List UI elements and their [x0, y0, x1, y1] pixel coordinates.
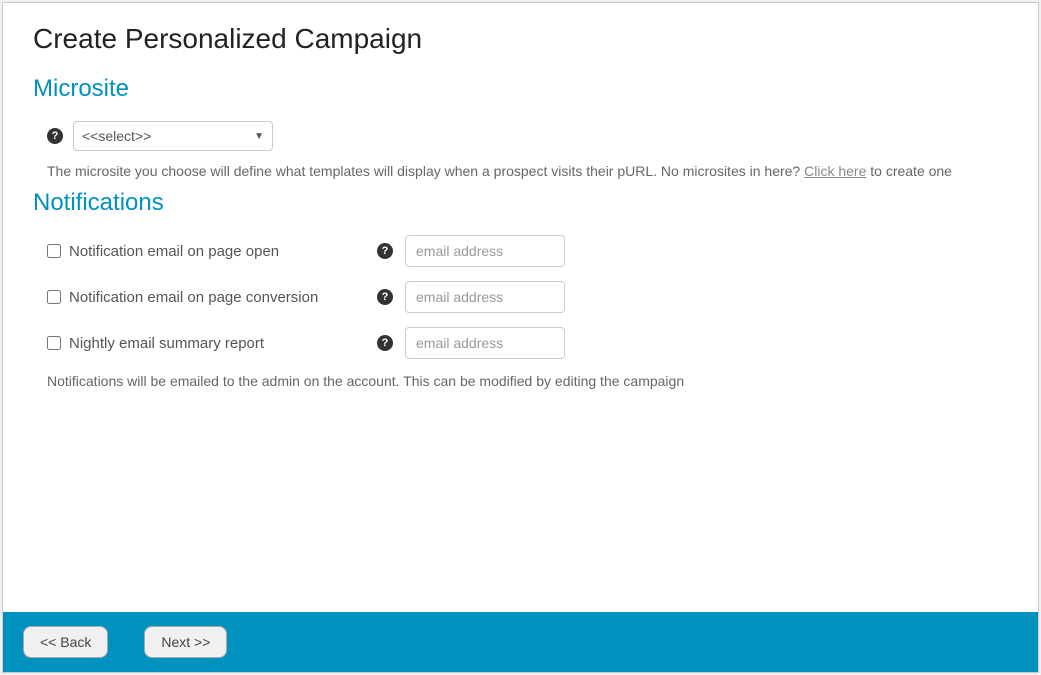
chevron-down-icon: ▼ — [254, 131, 264, 142]
notification-conversion-email[interactable] — [405, 281, 565, 313]
help-icon[interactable]: ? — [47, 128, 63, 144]
notification-conversion-label[interactable]: Notification email on page conversion — [47, 289, 377, 306]
form-content: Create Personalized Campaign Microsite ?… — [3, 3, 1038, 612]
help-icon[interactable]: ? — [377, 243, 393, 259]
notification-summary-text: Nightly email summary report — [69, 335, 264, 352]
notification-conversion-checkbox[interactable] — [47, 290, 61, 304]
page-title: Create Personalized Campaign — [33, 23, 1008, 55]
notifications-helper: Notifications will be emailed to the adm… — [33, 373, 1008, 389]
notification-conversion-text: Notification email on page conversion — [69, 289, 318, 306]
help-icon[interactable]: ? — [377, 289, 393, 305]
notification-open-email[interactable] — [405, 235, 565, 267]
microsite-title: Microsite — [33, 75, 1008, 103]
microsite-select-row: ? <<select>> ▼ — [33, 121, 1008, 151]
microsite-select[interactable]: <<select>> ▼ — [73, 121, 273, 151]
notification-open-text: Notification email on page open — [69, 243, 279, 260]
notification-open-checkbox[interactable] — [47, 244, 61, 258]
notification-row-conversion: Notification email on page conversion ? — [33, 281, 1008, 313]
notifications-title: Notifications — [33, 189, 1008, 217]
notification-summary-email[interactable] — [405, 327, 565, 359]
create-microsite-link[interactable]: Click here — [804, 163, 866, 179]
notification-open-label[interactable]: Notification email on page open — [47, 243, 377, 260]
next-button[interactable]: Next >> — [144, 626, 227, 658]
wizard-footer: << Back Next >> — [3, 612, 1038, 672]
help-icon[interactable]: ? — [377, 335, 393, 351]
notification-row-summary: Nightly email summary report ? — [33, 327, 1008, 359]
microsite-helper-pre: The microsite you choose will define wha… — [47, 163, 804, 179]
microsite-helper-post: to create one — [866, 163, 952, 179]
back-button[interactable]: << Back — [23, 626, 108, 658]
campaign-form-container: Create Personalized Campaign Microsite ?… — [2, 2, 1039, 673]
microsite-helper: The microsite you choose will define wha… — [33, 163, 1008, 179]
notification-summary-label[interactable]: Nightly email summary report — [47, 335, 377, 352]
select-placeholder: <<select>> — [82, 128, 151, 144]
notification-summary-checkbox[interactable] — [47, 336, 61, 350]
notification-row-open: Notification email on page open ? — [33, 235, 1008, 267]
